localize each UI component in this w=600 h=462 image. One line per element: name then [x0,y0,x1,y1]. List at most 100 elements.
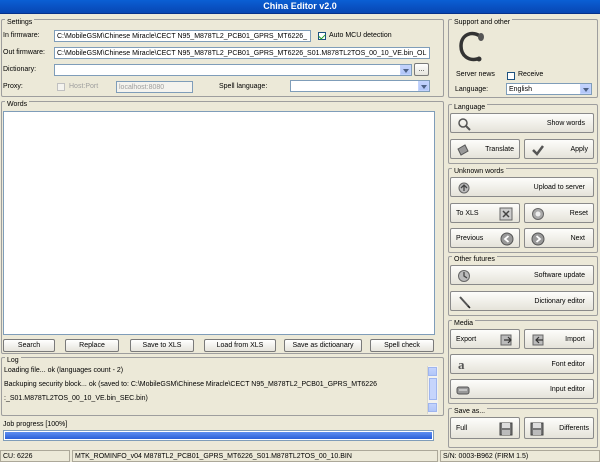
input-editor-button[interactable]: Input editor [450,379,594,399]
server-news-label: Server news [456,71,495,78]
save-differents-button[interactable]: Differents [524,417,594,439]
status-serial: S/N: 0003-B962 (FIRM 1.5) [440,450,600,462]
host-port-label: Host:Port [69,83,99,90]
words-table[interactable] [3,111,435,335]
load-from-xls-button[interactable]: Load from XLS [204,339,276,352]
job-progress-fill [5,432,432,439]
import-label: Import [565,335,585,343]
log-line: :_S01.M878TL2TOS_00_10_VE.bin_SEC.bin) [4,395,148,402]
support-group-label: Support and other [452,19,513,27]
dictionary-label: Dictionary: [3,66,37,73]
out-firmware-field[interactable]: C:\MobileGSM\Chinese Miracle\CECT N95_M8… [54,47,430,59]
job-progress-label: Job progress [100%] [3,421,68,428]
apply-button[interactable]: Apply [524,139,594,159]
browse-button[interactable]: ... [414,63,429,76]
next-label: Next [570,234,585,242]
job-progress-bar [3,430,434,441]
save-differents-label: Differents [559,424,589,432]
arrow-left-icon [500,232,514,246]
keyboard-icon [456,386,470,395]
spell-check-button[interactable]: Spell check [370,339,434,352]
save-full-label: Full [456,424,468,432]
auto-mcu-checkbox[interactable] [318,31,326,40]
spell-language-label: Spell language: [219,83,268,90]
receive-label: Receive [518,71,544,78]
window-title: China Editor v2.0 [263,1,337,11]
xls-icon [499,207,513,221]
export-icon [500,334,512,346]
host-port-field[interactable]: localhost:8080 [116,81,193,93]
headset-icon[interactable] [455,28,491,68]
receive-checkbox[interactable] [507,71,515,80]
out-firmware-label: Out firmware: [3,49,46,56]
show-words-label: Show words [546,119,585,127]
replace-button[interactable]: Replace [65,339,119,352]
save-to-xls-button[interactable]: Save to XLS [130,339,194,352]
words-group-label: Words [5,101,30,109]
upload-to-server-button[interactable]: Upload to server [450,177,594,197]
software-update-label: Software update [534,271,585,279]
dictionary-select[interactable] [54,64,412,76]
show-words-button[interactable]: Show words [450,113,594,133]
upload-label: Upload to server [533,183,585,191]
language-select[interactable]: English [506,83,592,95]
dictionary-editor-button[interactable]: Dictionary editor [450,291,594,311]
apply-label: Apply [570,145,588,153]
save-as-dictionary-button[interactable]: Save as dictioanary [284,339,362,352]
auto-mcu-label: Auto MCU detection [329,32,392,39]
checkbox-icon [57,82,65,91]
proxy-label: Proxy: [3,83,23,90]
floppy-icon [499,422,513,436]
import-button[interactable]: Import [524,329,594,349]
translate-label: Translate [485,145,514,153]
save-as-group-label: Save as... [452,408,488,416]
svg-text:a: a [458,357,465,371]
host-port-checkbox[interactable] [57,82,65,91]
software-update-button[interactable]: Software update [450,265,594,285]
translate-icon [457,144,469,156]
font-icon: a [458,357,465,371]
upload-icon [458,182,470,194]
chevron-down-icon [418,81,429,91]
scroll-up-icon[interactable] [428,367,437,376]
media-group-label: Media [452,320,476,328]
search-button[interactable]: Search [3,339,55,352]
to-xls-button[interactable]: To XLS [450,203,520,223]
import-icon [532,334,544,346]
floppy-icon [530,422,544,436]
checkmark-icon [532,145,544,156]
translate-button[interactable]: Translate [450,139,520,159]
previous-button[interactable]: Previous [450,228,520,248]
software-update-icon [458,270,470,282]
export-label: Export [456,335,477,343]
log-scrollbar[interactable] [427,366,438,414]
previous-label: Previous [456,234,484,242]
title-bar[interactable]: China Editor v2.0 [0,0,600,14]
in-firmware-field[interactable]: C:\MobileGSM\Chinese Miracle\CECT N95_M8… [54,30,311,42]
unknown-words-group-label: Unknown words [452,168,506,176]
check-icon [318,31,326,40]
font-editor-button[interactable]: a Font editor [450,354,594,374]
reset-button[interactable]: Reset [524,203,594,223]
language-group-label: Language [452,104,488,112]
log-group-label: Log [5,357,21,365]
status-cu: CU: 6226 [0,450,70,462]
reset-icon [532,208,544,220]
chevron-down-icon [400,65,411,75]
input-editor-label: Input editor [549,385,585,393]
export-button[interactable]: Export [450,329,520,349]
chevron-down-icon [580,84,591,94]
log-area[interactable]: Loading file... ok (languages count - 2)… [3,366,439,414]
log-line: Loading file... ok (languages count - 2) [4,367,124,374]
scroll-thumb[interactable] [429,378,437,400]
save-full-button[interactable]: Full [450,417,520,439]
status-rominfo: MTK_ROMINFO_v04 M878TL2_PCB01_GPRS_MT622… [72,450,438,462]
spell-language-select[interactable] [290,80,430,92]
language-value: English [509,86,532,93]
reset-label: Reset [569,209,588,217]
other-futures-group-label: Other futures [452,256,497,264]
in-firmware-label: In firmware: [3,32,40,39]
language-label: Language: [455,86,489,93]
scroll-down-icon[interactable] [428,403,437,412]
next-button[interactable]: Next [524,228,594,248]
